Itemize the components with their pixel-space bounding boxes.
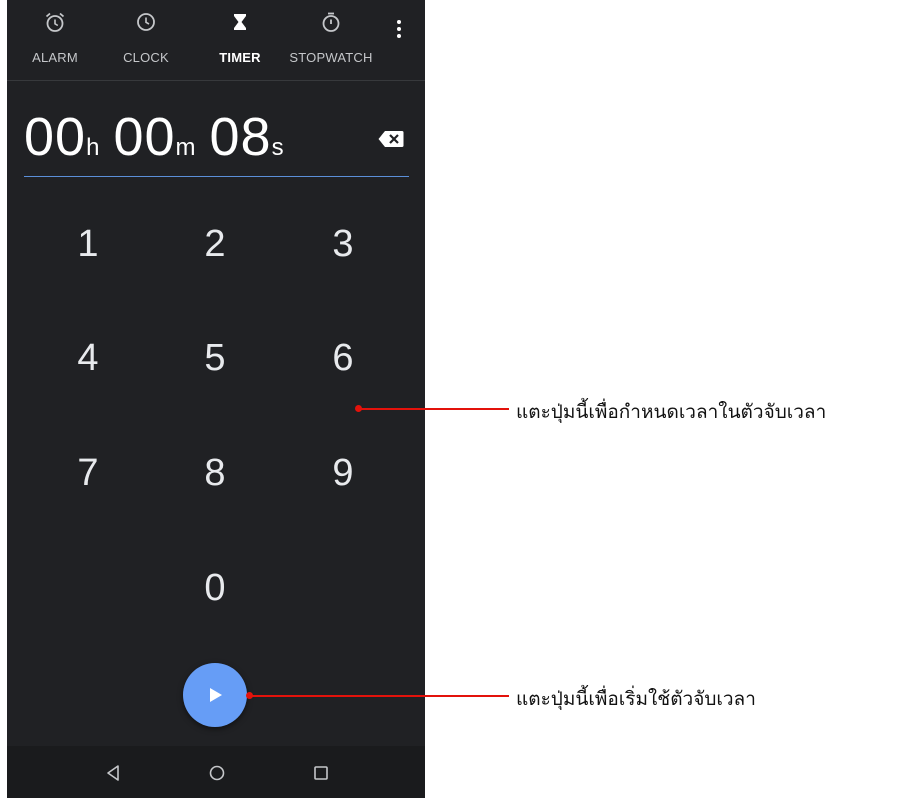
- timer-seconds: 08: [209, 107, 272, 167]
- recents-icon[interactable]: [310, 762, 332, 784]
- timer-hours-unit: h: [86, 134, 100, 161]
- timer-display: 00h 00m 08s: [24, 100, 409, 177]
- back-icon[interactable]: [103, 762, 125, 784]
- callout-start-line: [250, 695, 509, 697]
- timer-seconds-unit: s: [271, 134, 284, 161]
- tab-timer[interactable]: TIMER: [190, 0, 290, 80]
- keypad-0[interactable]: 0: [155, 543, 275, 633]
- home-icon[interactable]: [206, 762, 228, 784]
- timer-hours: 00: [24, 107, 87, 167]
- keypad-7[interactable]: 7: [28, 428, 148, 518]
- keypad-2[interactable]: 2: [155, 199, 275, 289]
- timer-minutes-unit: m: [175, 134, 196, 161]
- tab-timer-label: TIMER: [219, 50, 261, 65]
- tab-clock[interactable]: CLOCK: [96, 0, 196, 80]
- clock-icon: [137, 13, 155, 31]
- navigation-bar: [7, 746, 425, 798]
- stopwatch-icon: [322, 12, 340, 32]
- play-icon: [210, 688, 222, 702]
- start-button[interactable]: [183, 663, 247, 727]
- tab-stopwatch-label: STOPWATCH: [289, 50, 373, 65]
- backspace-icon[interactable]: [378, 130, 404, 148]
- tab-bar: ALARM CLOCK TIMER STOPWATCH: [7, 0, 425, 81]
- callout-keypad-line: [359, 408, 509, 410]
- keypad-6[interactable]: 6: [283, 313, 403, 403]
- keypad-9[interactable]: 9: [283, 428, 403, 518]
- timer-minutes: 00: [113, 107, 176, 167]
- keypad-3[interactable]: 3: [283, 199, 403, 289]
- keypad-5[interactable]: 5: [155, 313, 275, 403]
- timer-time: 00h 00m 08s: [24, 106, 284, 168]
- keypad-4[interactable]: 4: [28, 313, 148, 403]
- tab-alarm-label: ALARM: [32, 50, 78, 65]
- tab-clock-label: CLOCK: [123, 50, 169, 65]
- keypad-8[interactable]: 8: [155, 428, 275, 518]
- more-options-icon[interactable]: [387, 12, 411, 46]
- callout-start-text: แตะปุ่มนี้เพื่อเริ่มใช้ตัวจับเวลา: [516, 688, 756, 710]
- tab-alarm[interactable]: ALARM: [7, 0, 105, 80]
- callout-keypad-text: แตะปุ่มนี้เพื่อกำหนดเวลาในตัวจับเวลา: [516, 401, 827, 423]
- timer-screen: ALARM CLOCK TIMER STOPWATCH 00h 00m 08s …: [7, 0, 425, 798]
- hourglass-icon: [234, 14, 246, 30]
- tab-stopwatch[interactable]: STOPWATCH: [281, 0, 381, 80]
- keypad-1[interactable]: 1: [28, 199, 148, 289]
- alarm-icon: [45, 12, 65, 32]
